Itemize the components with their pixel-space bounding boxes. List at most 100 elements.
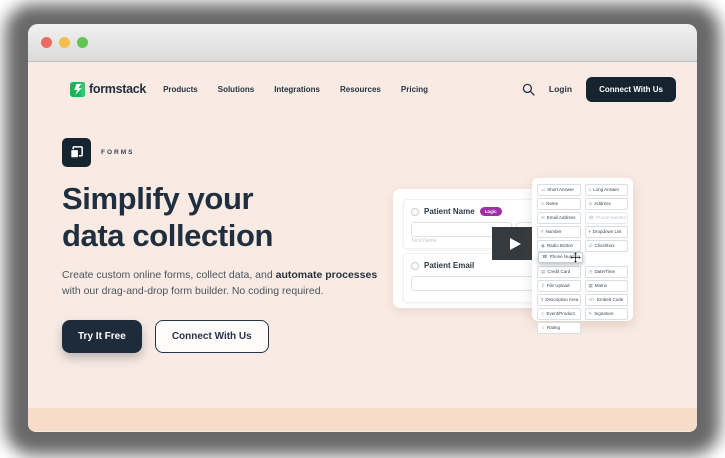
field-type-label: Radio Button [547,244,573,249]
formstack-logo[interactable]: formstack [70,82,146,97]
try-it-free-button[interactable]: Try It Free [62,320,142,353]
play-icon [510,238,521,250]
field-chip-row: ◉ Radio Button ☑ Checkbox [537,240,628,252]
field-type-chip: ⊙ Address [585,198,629,210]
phone-icon: ☎ [542,255,548,260]
hero-connect-button[interactable]: Connect With Us [155,320,269,353]
formstack-logo-icon [70,82,85,97]
field-label: Patient Email [424,261,474,270]
field-type-chip: ◉ Radio Button [537,240,581,252]
hero-title-line1: Simplify your [62,181,253,216]
field-type-label: Short Answer [547,188,574,193]
field-type-chip: ▦ Matrix [585,280,629,292]
field-type-label: File Upload [547,284,570,289]
field-type-chip: A Name [537,198,581,210]
field-sublabel: First Name [412,238,436,244]
field-type-icon: ◇ [541,312,544,317]
field-type-icon: ⊙ [589,202,593,207]
brand-name: formstack [89,82,146,96]
header-connect-button[interactable]: Connect With Us [586,77,676,102]
field-type-icon: ▾ [589,230,591,235]
close-window-button[interactable] [41,37,52,48]
field-chip-row: ☆ Rating [537,322,628,334]
field-type-label: Rating [547,326,560,331]
desc-text: Create custom online forms, collect data… [62,269,276,281]
hero-title: Simplify your data collection [62,180,396,254]
desc-bold-text: automate processes [276,269,378,281]
field-type-label: Email Address [547,216,576,221]
field-type-chip: ↥ File Upload [537,280,581,292]
field-chip-row: A Name ⊙ Address [537,198,628,210]
product-badge-row: FORMS [62,138,396,167]
field-chip-row: ✉ Email Address ☎ Phone Number [537,212,628,224]
field-chip-row: # Number ▾ Dropdown List [537,226,628,238]
field-handle-icon [411,262,419,270]
hero-description: Create custom online forms, collect data… [62,267,396,299]
field-type-label: Description Area [545,298,578,303]
field-type-chip: # Number [537,226,581,238]
field-chip-row: ▭ Short Answer ≡ Long Answer [537,184,628,196]
field-type-icon: ☑ [589,244,593,249]
field-type-icon: ▦ [589,284,593,289]
field-types-panel: ▭ Short Answer ≡ Long Answer A Name ⊙ Ad… [532,178,633,321]
browser-window: formstack Products Solutions Integrations R… [28,24,697,432]
field-type-icon: ☆ [541,326,545,331]
zoom-window-button[interactable] [77,37,88,48]
screenshot-canvas: formstack Products Solutions Integrations R… [0,0,725,458]
field-type-label: Checkbox [595,244,615,249]
field-type-chip: ▭ Short Answer [537,184,581,196]
field-label: Patient Name [424,207,475,216]
webpage: formstack Products Solutions Integrations R… [28,62,697,431]
field-type-label: Number [546,230,562,235]
field-type-chip: ◇ Event/Product [537,308,581,320]
main-nav: Products Solutions Integrations Resources Pr… [163,85,428,94]
field-type-icon: ¶ [541,298,543,303]
field-type-icon: ✉ [541,216,545,221]
nav-link[interactable]: Integrations [274,85,320,94]
field-type-chip: ¶ Description Area [537,294,581,306]
browser-titlebar [28,24,697,62]
field-type-chip: ◷ Date/Time [585,266,629,278]
field-type-label: Signature [594,312,613,317]
desc-text-line2: with our drag-and-drop form builder. No … [62,285,323,297]
field-type-icon: ▤ [541,270,545,275]
nav-link[interactable]: Resources [340,85,381,94]
field-chip-row: ◇ Event/Product ✎ Signature [537,308,628,320]
field-type-label: Credit Card [547,270,570,275]
field-type-label: Embed Code [597,298,623,303]
field-type-chip: ☎ Phone Number [585,212,629,224]
nav-link[interactable]: Products [163,85,198,94]
field-type-label: Address [594,202,611,207]
field-type-label: Matrix [595,284,607,289]
field-chip-row: ¶ Description Area </> Embed Code [537,294,628,306]
minimize-window-button[interactable] [59,37,70,48]
field-type-chip: ☆ Rating [537,322,581,334]
hero-title-line2: data collection [62,218,273,253]
field-type-chip: ✎ Signature [585,308,629,320]
hero-section: FORMS Simplify your data collection Crea… [62,138,396,353]
field-type-icon: ≡ [589,188,592,193]
cta-row: Try It Free Connect With Us [62,320,396,353]
field-type-chip: ▤ Credit Card [537,266,581,278]
forms-badge-label: FORMS [101,149,134,156]
field-type-label: Date/Time [594,270,615,275]
field-type-chip: ☑ Checkbox [585,240,629,252]
field-type-label: Long Answer [593,188,619,193]
field-type-icon: ✎ [589,312,593,317]
nav-link[interactable]: Solutions [218,85,254,94]
field-handle-icon [411,208,419,216]
video-play-button[interactable] [492,227,535,260]
field-type-label: Event/Product [546,312,574,317]
field-type-label: Dropdown List [593,230,622,235]
site-header: formstack Products Solutions Integrations R… [70,75,676,103]
nav-link[interactable]: Pricing [401,85,428,94]
login-link[interactable]: Login [549,84,572,94]
field-chip-row: ↥ File Upload ▦ Matrix [537,280,628,292]
move-cursor-icon [570,252,581,263]
forms-product-icon [62,138,91,167]
field-type-chip: ✉ Email Address [537,212,581,224]
search-icon[interactable] [522,83,535,96]
header-right: Login Connect With Us [522,77,676,102]
field-type-icon: ▭ [541,188,545,193]
field-type-icon: </> [589,298,596,303]
